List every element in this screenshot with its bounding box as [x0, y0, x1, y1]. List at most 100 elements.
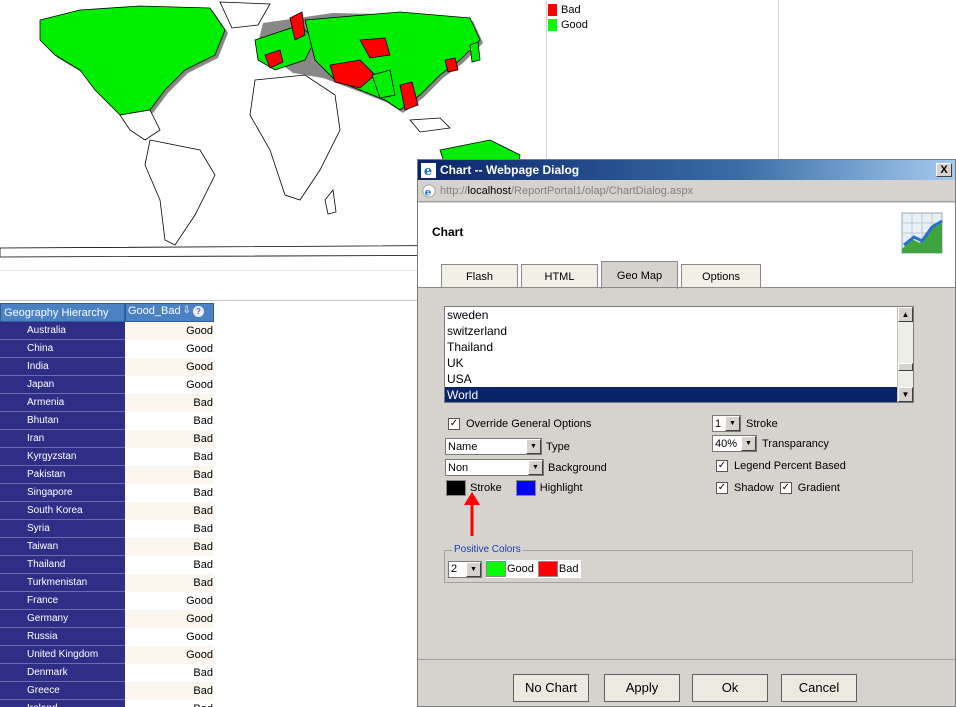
chevron-down-icon[interactable]: ▼ — [526, 439, 541, 454]
country-cell[interactable]: Denmark — [0, 664, 125, 682]
tab-options[interactable]: Options — [681, 264, 761, 288]
geo-map-panel: sweden switzerland Thailand UK USA World ▲ ▼ … — [418, 287, 955, 659]
country-cell[interactable]: Armenia — [0, 394, 125, 412]
table-row: Russia Good — [0, 628, 214, 646]
dialog-footer: No Chart Apply Ok Cancel — [418, 659, 955, 706]
override-checkbox[interactable]: ✓ — [448, 418, 460, 430]
measure-header-label: Good_Bad — [128, 305, 181, 317]
sort-down-icon[interactable]: ⇩ — [183, 304, 191, 318]
type-label: Type — [546, 440, 570, 453]
country-cell[interactable]: Pakistan — [0, 466, 125, 484]
country-cell[interactable]: Russia — [0, 628, 125, 646]
shadow-checkbox[interactable]: ✓ — [716, 482, 728, 494]
country-cell[interactable]: Thailand — [0, 556, 125, 574]
country-cell[interactable]: Iran — [0, 430, 125, 448]
legend-swatch-good — [548, 18, 557, 31]
country-cell[interactable]: Australia — [0, 322, 125, 340]
background-label: Background — [548, 461, 607, 474]
cancel-button[interactable]: Cancel — [781, 674, 857, 702]
value-cell: Bad — [125, 538, 214, 556]
dialog-tabs: Flash HTML Geo Map Options — [441, 260, 764, 289]
scroll-thumb[interactable] — [898, 363, 913, 371]
list-item[interactable]: UK — [445, 355, 913, 371]
scroll-up-button[interactable]: ▲ — [898, 307, 913, 322]
value-cell: Good — [125, 592, 214, 610]
panel-divider — [546, 0, 547, 160]
country-cell[interactable]: Kyrgyzstan — [0, 448, 125, 466]
override-option: ✓ Override General Options — [448, 418, 591, 430]
country-cell[interactable]: France — [0, 592, 125, 610]
country-cell[interactable]: Germany — [0, 610, 125, 628]
grid-rows: Australia Good China Good India Good Japan Good… — [0, 322, 214, 707]
dialog-titlebar[interactable]: e Chart -- Webpage Dialog X — [418, 160, 955, 180]
stroke-width-select[interactable]: 1 ▼ — [712, 415, 741, 432]
chevron-down-icon[interactable]: ▼ — [741, 436, 756, 451]
chevron-down-icon[interactable]: ▼ — [725, 416, 740, 431]
bad-color-picker[interactable] — [537, 561, 558, 577]
tab-html[interactable]: HTML — [521, 264, 598, 288]
country-cell[interactable]: Turkmenistan — [0, 574, 125, 592]
gradient-checkbox[interactable]: ✓ — [779, 482, 792, 494]
ok-button[interactable]: Ok — [692, 674, 768, 702]
close-button[interactable]: X — [936, 163, 952, 177]
country-cell[interactable]: South Korea — [0, 502, 125, 520]
chevron-down-icon[interactable]: ▼ — [466, 561, 481, 577]
value-cell: Good — [125, 358, 214, 376]
info-icon[interactable]: ? — [193, 306, 204, 317]
list-item[interactable]: Thailand — [445, 339, 913, 355]
type-select[interactable]: Name ▼ — [445, 438, 542, 455]
address-bar: e http://localhost/ReportPortal1/olap/Ch… — [418, 180, 955, 202]
value-cell: Good — [125, 628, 214, 646]
country-cell[interactable]: Ireland — [0, 700, 125, 707]
map-listbox[interactable]: sweden switzerland Thailand UK USA World ▲ ▼ — [444, 306, 914, 403]
table-row: Singapore Bad — [0, 484, 214, 502]
tab-flash[interactable]: Flash — [441, 264, 518, 288]
page-icon: e — [422, 183, 436, 198]
tab-geo-map[interactable]: Geo Map — [601, 261, 678, 289]
positive-colors-row: 2 ▼ Good Bad — [448, 560, 581, 578]
country-cell[interactable]: United Kingdom — [0, 646, 125, 664]
type-select-value: Name — [448, 440, 478, 453]
list-item[interactable]: USA — [445, 371, 913, 387]
country-cell[interactable]: China — [0, 340, 125, 358]
section-divider — [0, 300, 420, 301]
list-item[interactable]: sweden — [445, 307, 913, 323]
highlight-color-picker[interactable] — [515, 480, 536, 496]
background-select-value: Non — [448, 461, 469, 474]
map-list-items: sweden switzerland Thailand UK USA World — [445, 307, 913, 402]
list-item[interactable]: World — [445, 387, 913, 402]
stroke-color-picker[interactable] — [446, 480, 466, 496]
country-cell[interactable]: Bhutan — [0, 412, 125, 430]
value-cell: Bad — [125, 484, 214, 502]
table-row: Pakistan Bad — [0, 466, 214, 484]
no-chart-button[interactable]: No Chart — [513, 674, 589, 702]
svg-text:e: e — [424, 164, 432, 178]
scroll-down-button[interactable]: ▼ — [898, 387, 913, 402]
country-cell[interactable]: Singapore — [0, 484, 125, 502]
country-cell[interactable]: Syria — [0, 520, 125, 538]
measure-header[interactable]: Good_Bad ⇩ ? — [125, 303, 214, 322]
highlight-label: Highlight — [539, 482, 583, 494]
legend-percent-checkbox[interactable]: ✓ — [716, 460, 728, 472]
listbox-scrollbar[interactable]: ▲ ▼ — [897, 307, 913, 402]
chevron-down-icon[interactable]: ▼ — [528, 460, 543, 475]
legend-percent-label: Legend Percent Based — [734, 460, 846, 472]
dialog-heading: Chart — [432, 225, 464, 239]
good-color-picker[interactable] — [486, 561, 506, 577]
transparency-select[interactable]: 40% ▼ — [712, 435, 757, 452]
apply-button[interactable]: Apply — [604, 674, 680, 702]
background-select[interactable]: Non ▼ — [445, 459, 544, 476]
country-cell[interactable]: Taiwan — [0, 538, 125, 556]
country-cell[interactable]: Greece — [0, 682, 125, 700]
grid-header: Geography Hierarchy Good_Bad ⇩ ? — [0, 303, 214, 322]
table-row: China Good — [0, 340, 214, 358]
country-cell[interactable]: Japan — [0, 376, 125, 394]
hierarchy-header[interactable]: Geography Hierarchy — [0, 303, 125, 322]
value-cell: Bad — [125, 466, 214, 484]
value-cell: Bad — [125, 502, 214, 520]
chart-dialog: e Chart -- Webpage Dialog X e http://loc… — [417, 159, 956, 707]
list-item[interactable]: switzerland — [445, 323, 913, 339]
value-cell: Good — [125, 376, 214, 394]
color-count-select[interactable]: 2 ▼ — [448, 560, 482, 578]
country-cell[interactable]: India — [0, 358, 125, 376]
